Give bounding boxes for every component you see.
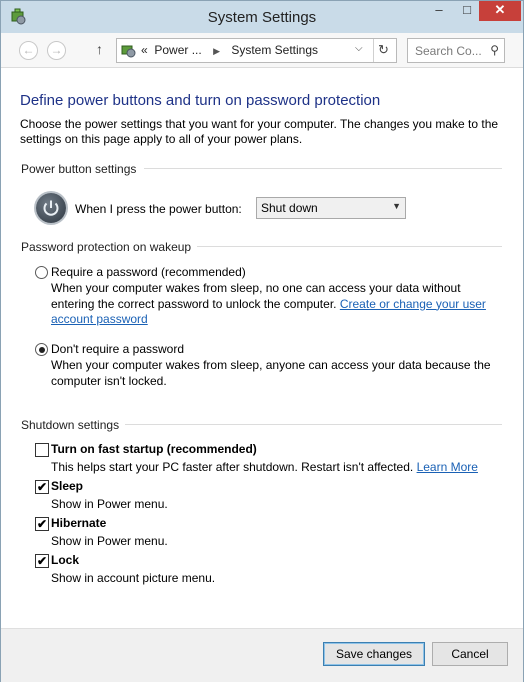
section-divider (144, 168, 502, 169)
forward-button[interactable]: → (47, 41, 66, 60)
search-box[interactable]: Search Co... ⚲ (407, 38, 505, 63)
address-dropdown-icon[interactable]: ⌵ (355, 43, 363, 54)
main-content: Define power buttons and turn on passwor… (1, 68, 523, 628)
back-button[interactable]: ← (19, 41, 38, 60)
fast-startup-label[interactable]: Turn on fast startup (recommended) (51, 442, 257, 456)
require-password-radio[interactable] (35, 266, 48, 279)
footer-bar: Save changes Cancel (1, 628, 523, 682)
hibernate-label[interactable]: Hibernate (51, 516, 106, 530)
learn-more-link[interactable]: Learn More (417, 460, 478, 474)
close-button[interactable]: ✕ (479, 1, 521, 21)
hibernate-description: Show in Power menu. (51, 534, 168, 548)
password-section-title: Password protection on wakeup (21, 240, 192, 254)
hibernate-checkbox[interactable]: ✔ (35, 517, 49, 531)
fast-startup-description-text: This helps start your PC faster after sh… (51, 460, 414, 474)
title-bar: System Settings – □ ✕ (1, 1, 523, 33)
lock-label[interactable]: Lock (51, 553, 79, 567)
power-button-label: When I press the power button: (75, 202, 242, 216)
fast-startup-checkbox[interactable] (35, 443, 49, 457)
section-divider (197, 246, 502, 247)
navigation-bar: ← → ↑ « Power ... ▶ System Settings ⌵ ↻ … (1, 33, 523, 68)
sleep-description: Show in Power menu. (51, 497, 168, 511)
sleep-checkbox[interactable]: ✔ (35, 480, 49, 494)
no-password-label[interactable]: Don't require a password (51, 342, 184, 356)
up-button[interactable]: ↑ (96, 41, 103, 57)
minimize-button[interactable]: – (425, 1, 453, 21)
lock-description: Show in account picture menu. (51, 571, 216, 585)
refresh-icon[interactable]: ↻ (378, 42, 389, 58)
save-changes-button[interactable]: Save changes (323, 642, 425, 666)
address-divider (373, 39, 374, 62)
page-title: Define power buttons and turn on passwor… (20, 92, 381, 109)
lock-checkbox[interactable]: ✔ (35, 554, 49, 568)
search-input[interactable]: Search Co... (415, 44, 482, 58)
address-prefix[interactable]: « (141, 43, 148, 57)
system-settings-window: System Settings – □ ✕ ← → ↑ « Power ... … (0, 0, 524, 682)
section-divider (125, 424, 502, 425)
radio-selected-dot (38, 346, 45, 353)
breadcrumb: « Power ... ▶ System Settings (141, 43, 318, 57)
address-bar[interactable]: « Power ... ▶ System Settings ⌵ ↻ (116, 38, 397, 63)
breadcrumb-power[interactable]: Power ... (154, 43, 201, 57)
no-password-radio[interactable] (35, 343, 48, 356)
breadcrumb-system-settings[interactable]: System Settings (231, 43, 318, 57)
sleep-label[interactable]: Sleep (51, 479, 83, 493)
power-button-action-value: Shut down (261, 201, 318, 215)
shutdown-section-title: Shutdown settings (21, 418, 120, 432)
fast-startup-description: This helps start your PC faster after sh… (51, 460, 478, 474)
cancel-button[interactable]: Cancel (432, 642, 508, 666)
require-password-label[interactable]: Require a password (recommended) (51, 265, 246, 279)
chevron-down-icon: ▼ (392, 201, 401, 211)
page-description: Choose the power settings that you want … (20, 117, 499, 146)
no-password-description: When your computer wakes from sleep, any… (51, 358, 491, 388)
require-password-description: When your computer wakes from sleep, no … (51, 281, 491, 328)
power-button-section-title: Power button settings (21, 162, 137, 176)
breadcrumb-separator-icon: ▶ (213, 46, 220, 56)
maximize-button[interactable]: □ (453, 1, 481, 21)
power-icon (36, 193, 66, 223)
control-panel-icon (121, 45, 136, 58)
power-button-action-select[interactable]: Shut down ▼ (256, 197, 406, 219)
search-icon[interactable]: ⚲ (490, 43, 499, 57)
